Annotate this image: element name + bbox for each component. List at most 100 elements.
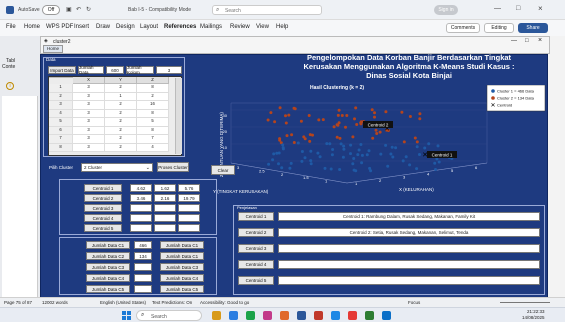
menu-design[interactable]: Design xyxy=(116,24,135,30)
start-icon[interactable] xyxy=(122,311,131,320)
status-language[interactable]: English (United States) xyxy=(100,300,146,305)
table-cell[interactable]: 8 xyxy=(137,109,169,118)
edge-icon[interactable] xyxy=(229,311,238,320)
table-cell[interactable]: 7 xyxy=(49,135,73,144)
app-close-icon[interactable]: × xyxy=(538,37,542,44)
centroid-value-field[interactable] xyxy=(130,214,152,222)
menu-layout[interactable]: Layout xyxy=(140,24,158,30)
table-cell[interactable]: 1 xyxy=(105,92,137,101)
table-cell[interactable]: 1 xyxy=(49,84,73,93)
table-cell[interactable]: 3 xyxy=(73,118,105,127)
app-maximize-icon[interactable]: □ xyxy=(525,38,529,44)
centroid-value-field[interactable]: 3.46 xyxy=(130,194,152,202)
centroid-value-field[interactable]: 2.16 xyxy=(154,194,176,202)
centroid-value-field[interactable]: 5.76 xyxy=(178,184,200,192)
table-header-cell[interactable]: X xyxy=(73,77,105,84)
table-cell[interactable]: 5 xyxy=(137,118,169,127)
penjelasan-text-field[interactable]: Centroid 1: Rambung Dalam, Rusak Sedang,… xyxy=(278,212,540,221)
table-header-cell[interactable] xyxy=(49,77,73,78)
table-cell[interactable]: 3 xyxy=(73,101,105,110)
menu-review[interactable]: Review xyxy=(230,24,250,30)
pdf-icon[interactable] xyxy=(314,311,323,320)
info-icon[interactable]: i xyxy=(6,82,14,90)
centroid-value-field[interactable] xyxy=(178,214,200,222)
app-minimize-icon[interactable]: — xyxy=(511,38,517,44)
centroid-value-field[interactable]: 19.79 xyxy=(178,194,200,202)
chrome-icon[interactable] xyxy=(280,311,289,320)
editing-button[interactable]: Editing xyxy=(484,23,514,33)
maximize-icon[interactable]: □ xyxy=(516,5,520,12)
table-cell[interactable]: 8 xyxy=(137,84,169,93)
data-table[interactable]: X Y Z 1 3 2 8 2 3 1 2 3 3 2 16 4 3 2 8 5 3 2 5 6 3 2 8 7 3 2 7 8 3 2 4 xyxy=(48,76,182,156)
mail-icon[interactable] xyxy=(331,311,340,320)
import-data-button[interactable]: Import Data xyxy=(48,66,76,74)
photos-icon[interactable] xyxy=(263,311,272,320)
table-cell[interactable]: 3 xyxy=(73,143,105,152)
word-taskbar-icon[interactable] xyxy=(297,311,306,320)
menu-help[interactable]: Help xyxy=(276,24,288,30)
menu-file[interactable]: File xyxy=(6,24,16,30)
penjelasan-text-field[interactable] xyxy=(278,276,540,285)
redo-icon[interactable]: ↻ xyxy=(86,6,91,13)
search-box[interactable]: ⌕ Search xyxy=(212,5,322,15)
penjelasan-text-field[interactable] xyxy=(278,244,540,253)
table-cell[interactable]: 2 xyxy=(105,126,137,135)
centroid-value-field[interactable] xyxy=(178,204,200,212)
menu-references[interactable]: References xyxy=(164,24,196,30)
table-header-cell[interactable]: Y xyxy=(105,77,137,84)
zoom-slider[interactable] xyxy=(500,302,550,303)
table-cell[interactable]: 2 xyxy=(105,135,137,144)
taskbar-search[interactable]: ⌕ Search xyxy=(136,310,202,321)
jumlah-data-value[interactable] xyxy=(134,274,152,282)
status-page[interactable]: Page 75 of 87 xyxy=(4,300,32,305)
table-cell[interactable]: 4 xyxy=(137,143,169,152)
save-icon[interactable]: ▣ xyxy=(66,6,72,13)
table-cell[interactable]: 16 xyxy=(137,101,169,110)
status-accessibility[interactable]: Accessibility: Good to go xyxy=(200,300,249,305)
centroid-value-field[interactable]: 4.62 xyxy=(130,184,152,192)
table-header-cell[interactable]: Z xyxy=(137,77,169,84)
comments-button[interactable]: Comments xyxy=(446,23,480,33)
table-cell[interactable]: 3 xyxy=(73,84,105,93)
table-cell[interactable]: 7 xyxy=(137,135,169,144)
share-button[interactable]: Share xyxy=(518,23,548,33)
widgets-icon[interactable] xyxy=(212,311,221,320)
table-cell[interactable]: 2 xyxy=(105,109,137,118)
status-words[interactable]: 12002 words xyxy=(42,300,68,305)
menu-home[interactable]: Home xyxy=(24,24,40,30)
table-cell[interactable]: 8 xyxy=(137,126,169,135)
table-cell[interactable]: 5 xyxy=(49,118,73,127)
table-cell[interactable]: 3 xyxy=(73,92,105,101)
penjelasan-text-field[interactable]: Centroid 2: Setia, Rusak Sedang, Makanan… xyxy=(278,228,540,237)
menu-wps-pdf[interactable]: WPS PDF xyxy=(46,24,73,30)
table-cell[interactable]: 2 xyxy=(105,84,137,93)
table-cell[interactable]: 6 xyxy=(49,126,73,135)
jumlah-kolom-field[interactable]: 3 xyxy=(156,66,182,74)
taskbar-clock[interactable]: 21:22:33 14/08/2025 xyxy=(522,309,545,321)
centroid-value-field[interactable] xyxy=(178,224,200,232)
autosave-toggle[interactable]: Off xyxy=(42,5,60,15)
jumlah-data-value[interactable] xyxy=(134,285,152,293)
table-cell[interactable]: 3 xyxy=(73,109,105,118)
table-cell[interactable]: 8 xyxy=(49,143,73,152)
centroid-value-field[interactable] xyxy=(154,204,176,212)
table-scrollbar[interactable] xyxy=(175,78,182,154)
jumlah-data-field[interactable]: 600 xyxy=(106,66,124,74)
menu-draw[interactable]: Draw xyxy=(96,24,110,30)
jumlah-data-value[interactable]: 134 xyxy=(134,252,152,260)
focus-button[interactable]: Focus xyxy=(408,300,420,305)
store-icon[interactable] xyxy=(246,311,255,320)
table-cell[interactable]: 2 xyxy=(105,143,137,152)
menu-view[interactable]: View xyxy=(256,24,269,30)
table-cell[interactable]: 3 xyxy=(73,135,105,144)
penjelasan-text-field[interactable] xyxy=(278,260,540,269)
jumlah-data-value[interactable] xyxy=(134,263,152,271)
tab-home[interactable]: Home xyxy=(43,45,63,53)
table-cell[interactable]: 2 xyxy=(49,92,73,101)
centroid-value-field[interactable]: 1.62 xyxy=(154,184,176,192)
table-cell[interactable]: 4 xyxy=(49,109,73,118)
close-icon[interactable]: × xyxy=(538,4,543,13)
table-cell[interactable]: 3 xyxy=(73,126,105,135)
undo-icon[interactable]: ↶ xyxy=(76,6,81,13)
centroid-value-field[interactable] xyxy=(130,224,152,232)
